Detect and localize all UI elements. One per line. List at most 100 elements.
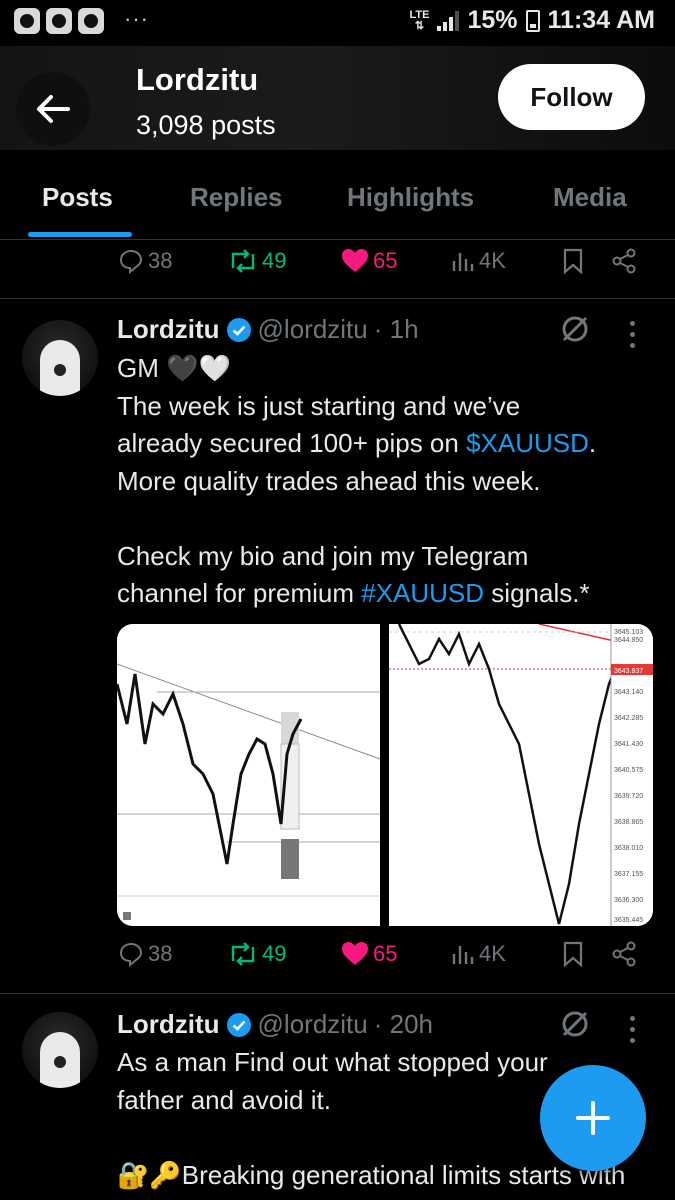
reply-button[interactable]: 38 bbox=[118, 248, 172, 274]
bookmark-button[interactable] bbox=[562, 248, 584, 274]
author-name[interactable]: Lordzitu bbox=[117, 314, 220, 345]
price-label: 3641.430 bbox=[614, 741, 643, 748]
plus-icon bbox=[576, 1101, 610, 1135]
views-button[interactable]: 4K bbox=[451, 941, 506, 967]
app-notification-icon bbox=[46, 8, 72, 34]
tab-replies[interactable]: Replies bbox=[190, 182, 283, 213]
active-tab-indicator bbox=[28, 232, 132, 237]
profile-tabs: Posts Replies Highlights Media bbox=[0, 150, 675, 240]
tweet-meta: Lordzitu @lordzitu · 1h bbox=[117, 314, 419, 345]
arrow-left-icon bbox=[37, 95, 70, 123]
tweet-line: already secured 100+ pips on $XAUUSD. bbox=[117, 428, 597, 458]
grok-icon[interactable] bbox=[560, 314, 590, 344]
reply-count: 38 bbox=[148, 248, 173, 273]
chart-image-right[interactable]: 3645.103 3644.850 3643.837 3643.140 3642.285… bbox=[389, 624, 653, 926]
views-count: 4K bbox=[479, 941, 506, 966]
tab-highlights[interactable]: Highlights bbox=[347, 182, 474, 213]
like-button[interactable]: 65 bbox=[341, 248, 397, 274]
repost-count: 49 bbox=[262, 941, 287, 966]
battery-icon bbox=[525, 9, 540, 32]
tweet-line: GM 🖤🤍 bbox=[117, 353, 231, 383]
price-label: 3636.300 bbox=[614, 897, 643, 904]
reply-button[interactable]: 38 bbox=[118, 941, 172, 967]
bookmark-icon bbox=[563, 248, 583, 274]
clock: 11:34 AM bbox=[547, 6, 655, 34]
repost-icon bbox=[231, 249, 255, 273]
verified-badge-icon bbox=[226, 1012, 251, 1037]
cashtag-link[interactable]: $XAUUSD bbox=[466, 428, 589, 458]
divider bbox=[0, 993, 675, 994]
author-handle: @lordzitu bbox=[257, 1009, 368, 1039]
tab-posts[interactable]: Posts bbox=[42, 182, 113, 213]
network-type: LTE ⇅ bbox=[409, 8, 430, 32]
price-label: 3642.285 bbox=[614, 715, 643, 722]
tweet-line: Check my bio and join my Telegram bbox=[117, 540, 529, 571]
posts-count: 3,098 posts bbox=[136, 110, 276, 140]
app-notification-icon bbox=[78, 8, 104, 34]
profile-header: Lordzitu 3,098 posts Follow bbox=[0, 46, 675, 150]
avatar[interactable] bbox=[22, 320, 98, 396]
price-label: 3635.445 bbox=[614, 917, 643, 924]
tab-media[interactable]: Media bbox=[553, 182, 627, 213]
price-label: 3638.010 bbox=[614, 845, 643, 852]
tweet-line: The week is just starting and we’ve bbox=[117, 390, 521, 421]
back-button[interactable] bbox=[16, 72, 90, 146]
tweet-time: · 20h bbox=[373, 1009, 434, 1039]
grok-icon[interactable] bbox=[560, 1009, 590, 1039]
price-label: 3639.720 bbox=[614, 793, 643, 800]
previous-tweet-actions: 38 49 65 4K bbox=[0, 248, 675, 288]
status-right: LTE ⇅ 15% 11:34 AM bbox=[410, 6, 655, 35]
views-button[interactable]: 4K bbox=[451, 248, 506, 274]
price-label: 3640.575 bbox=[614, 767, 643, 774]
repost-icon bbox=[231, 942, 255, 966]
share-button[interactable] bbox=[611, 248, 637, 274]
profile-name: Lordzitu bbox=[136, 62, 259, 97]
more-notifications-icon: ··· bbox=[124, 6, 149, 31]
share-icon bbox=[612, 941, 636, 967]
like-count: 65 bbox=[373, 248, 398, 273]
avatar[interactable] bbox=[22, 1012, 98, 1088]
heart-icon bbox=[342, 942, 368, 965]
views-count: 4K bbox=[479, 248, 506, 273]
heart-icon bbox=[342, 249, 368, 272]
status-bar: ··· LTE ⇅ 15% 11:34 AM bbox=[0, 0, 675, 46]
verified-badge-icon bbox=[226, 317, 251, 342]
repost-button[interactable]: 49 bbox=[228, 248, 286, 274]
tweet-text: GM 🖤🤍 The week is just starting and we’v… bbox=[117, 350, 662, 613]
tweet-line: channel for premium #XAUUSD signals.* bbox=[117, 578, 590, 608]
tweet-line: More quality trades ahead this week. bbox=[117, 465, 541, 496]
price-label: 3643.140 bbox=[614, 689, 643, 696]
price-label: 3643.837 bbox=[614, 668, 643, 675]
bookmark-button[interactable] bbox=[562, 941, 584, 967]
compose-button[interactable] bbox=[540, 1065, 646, 1171]
reply-icon bbox=[119, 942, 143, 967]
follow-button[interactable]: Follow bbox=[498, 64, 645, 130]
reply-icon bbox=[119, 249, 143, 274]
price-label: 3638.865 bbox=[614, 819, 643, 826]
bookmark-icon bbox=[563, 941, 583, 967]
price-label: 3637.155 bbox=[614, 871, 643, 878]
notification-icons bbox=[14, 8, 104, 34]
tweet-time: · 1h bbox=[373, 314, 419, 344]
reply-count: 38 bbox=[148, 941, 173, 966]
battery-percent: 15% bbox=[467, 6, 518, 34]
repost-button[interactable]: 49 bbox=[228, 941, 286, 967]
hashtag-link[interactable]: #XAUUSD bbox=[361, 578, 484, 608]
like-count: 65 bbox=[373, 941, 398, 966]
signal-icon bbox=[437, 10, 460, 31]
share-button[interactable] bbox=[611, 941, 637, 967]
price-label: 3644.850 bbox=[614, 637, 643, 644]
tweet-media[interactable]: 3645.103 3644.850 3643.837 3643.140 3642.285… bbox=[117, 624, 653, 926]
views-icon bbox=[452, 253, 474, 271]
chart-image-left[interactable] bbox=[117, 624, 381, 926]
author-handle: @lordzitu bbox=[257, 314, 368, 344]
divider bbox=[0, 298, 675, 299]
like-button[interactable]: 65 bbox=[341, 941, 397, 967]
tweet-meta: Lordzitu @lordzitu · 20h bbox=[117, 1009, 433, 1040]
repost-count: 49 bbox=[262, 248, 287, 273]
tweet-actions: 38 49 65 4K bbox=[0, 941, 675, 981]
views-icon bbox=[452, 946, 474, 964]
share-icon bbox=[612, 248, 636, 274]
app-notification-icon bbox=[14, 8, 40, 34]
author-name[interactable]: Lordzitu bbox=[117, 1009, 220, 1040]
